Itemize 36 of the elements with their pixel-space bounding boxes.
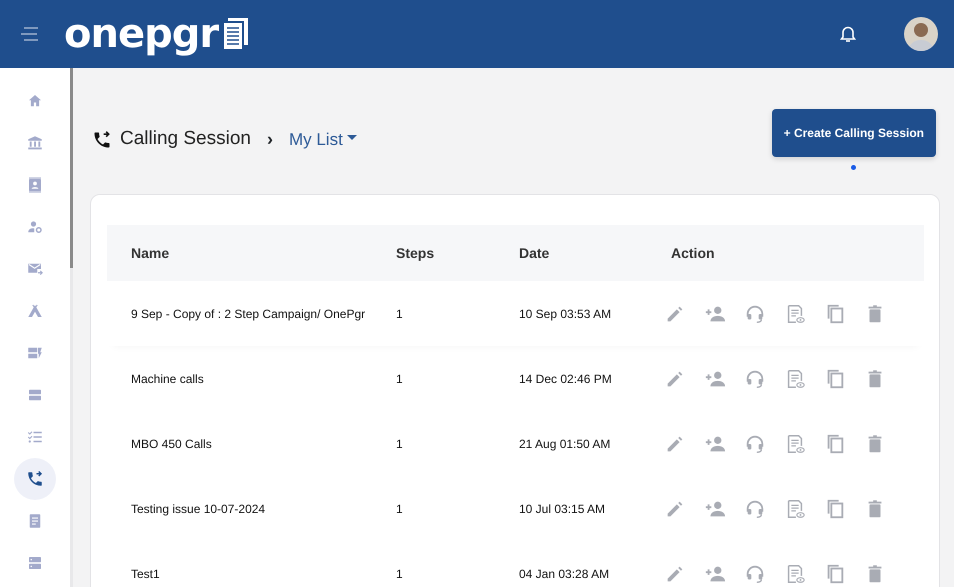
table-cell: 1 [396,436,403,450]
bank-icon [26,134,44,152]
table-cell: Testing issue 10-07-2024 [131,502,266,516]
tent-icon [26,302,44,320]
column-header: Action [671,244,715,260]
table-cell: Test1 [131,566,160,580]
table-cell: Machine calls [131,372,204,386]
table-cell: 21 Aug 01:50 AM [519,436,610,450]
table-cell: 1 [396,502,403,516]
avatar[interactable] [904,17,938,51]
table-cell: 10 Jul 03:15 AM [519,502,606,516]
table-cell: 10 Sep 03:53 AM [519,306,612,320]
indicator-dot [851,165,856,170]
document-icon [222,17,250,51]
column-header: Steps [396,244,434,260]
table-cell: 1 [396,372,403,386]
table-cell: 1 [396,566,403,580]
column-header: Name [131,244,170,260]
server-icon [26,554,44,572]
bell-icon[interactable] [840,26,856,42]
call-transfer-icon [92,130,112,150]
call-transfer-icon [26,470,44,488]
sidebar-item[interactable] [14,458,56,500]
menu-icon[interactable] [20,27,40,41]
breadcrumb-separator: › [266,128,273,151]
table-cell: MBO 450 Calls [131,436,212,450]
page-title: Calling Session [120,127,251,152]
table-cell: 14 Dec 02:46 PM [519,372,612,386]
create-session-button[interactable]: + Create Calling Session [772,109,936,157]
table-cell: 9 Sep - Copy of : 2 Step Campaign/ OnePgr [131,306,366,320]
table-cell: 04 Jan 03:28 AM [519,566,610,580]
table-cell: 1 [396,306,403,320]
logo-text[interactable]: onepgr [64,14,218,54]
contact-card-icon [26,176,44,194]
list-dropdown[interactable]: My List [288,126,358,152]
column-header: Date [519,244,550,260]
